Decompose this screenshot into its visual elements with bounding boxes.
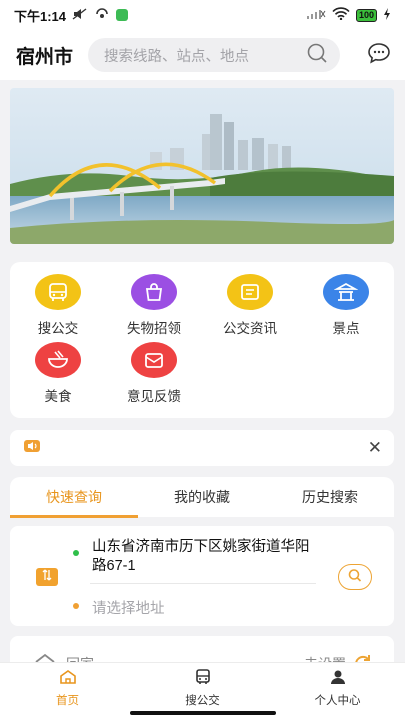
swap-direction-button[interactable] [36, 568, 58, 586]
tabbar-profile[interactable]: 个人中心 [270, 669, 405, 708]
search-icon [347, 568, 363, 587]
home-icon [59, 670, 77, 689]
tab-history[interactable]: 历史搜索 [266, 477, 394, 517]
home-indicator [130, 711, 276, 715]
person-icon [329, 670, 347, 689]
feature-label: 意见反馈 [127, 389, 181, 404]
wifi-icon [332, 7, 350, 23]
swap-arrows-icon [41, 568, 53, 586]
tabbar-label: 个人中心 [314, 695, 361, 707]
route-search-button[interactable] [338, 564, 372, 590]
feedback-envelope-icon [131, 342, 177, 378]
origin-dot [73, 550, 79, 556]
feature-label: 搜公交 [37, 321, 79, 336]
notification-icon [94, 7, 110, 23]
tabbar-bus[interactable]: 搜公交 [135, 669, 270, 708]
feature-label: 公交资讯 [223, 321, 277, 336]
origin-field[interactable]: 山东省济南市历下区姚家街道华阳路67-1 [92, 538, 322, 576]
close-notice-button[interactable]: ✕ [368, 438, 382, 458]
feature-label: 失物招领 [127, 321, 181, 336]
chat-bubble-icon [367, 42, 391, 69]
pavilion-icon [323, 274, 369, 310]
tab-favorites[interactable]: 我的收藏 [138, 477, 266, 517]
bus-icon [194, 669, 212, 689]
feature-bus-news[interactable]: 公交资讯 [202, 274, 298, 337]
query-tabs: 快速查询 我的收藏 历史搜索 [10, 477, 394, 518]
search-input[interactable]: 搜索线路、站点、地点 [88, 38, 340, 72]
feature-label: 美食 [44, 389, 72, 404]
notice-bar[interactable]: ✕ [10, 430, 394, 466]
city-selector[interactable]: 宿州市 [16, 42, 88, 69]
tabbar-label: 搜公交 [185, 695, 220, 707]
feature-food[interactable]: 美食 [10, 342, 106, 405]
charging-icon [383, 7, 391, 23]
search-placeholder: 搜索线路、站点、地点 [104, 48, 249, 65]
battery-icon: 100 [355, 8, 377, 22]
status-bar: 下午1:14 100 [0, 0, 405, 30]
lost-found-bag-icon [131, 274, 177, 310]
mute-icon [72, 7, 88, 23]
food-bowl-icon [35, 342, 81, 378]
feature-scenic-spots[interactable]: 景点 [298, 274, 394, 337]
signal-icon [306, 8, 326, 23]
feature-label: 景点 [332, 321, 360, 336]
destination-dot [73, 603, 79, 609]
status-time: 下午1:14 [14, 8, 67, 24]
message-button[interactable] [365, 41, 393, 69]
header: 宿州市 搜索线路、站点、地点 [0, 30, 405, 80]
active-tab-indicator [10, 515, 138, 518]
feature-grid: 搜公交 失物招领 公交资讯 景点 美食 意见反馈 [10, 262, 394, 418]
destination-field[interactable]: 请选择地址 [92, 597, 165, 618]
banner-image[interactable] [10, 88, 394, 244]
divider [90, 583, 316, 584]
feature-lost-found[interactable]: 失物招领 [106, 274, 202, 337]
feature-feedback[interactable]: 意见反馈 [106, 342, 202, 405]
tabbar-label: 首页 [56, 695, 79, 707]
search-icon [306, 43, 328, 68]
route-card: 山东省济南市历下区姚家街道华阳路67-1 请选择地址 [10, 526, 394, 626]
feature-bus-search[interactable]: 搜公交 [10, 274, 106, 337]
bus-search-icon [35, 274, 81, 310]
app-badge-icon [116, 9, 129, 21]
tab-quick-query[interactable]: 快速查询 [10, 477, 138, 517]
tabbar-home[interactable]: 首页 [0, 669, 135, 708]
speaker-icon [22, 438, 42, 459]
news-board-icon [227, 274, 273, 310]
